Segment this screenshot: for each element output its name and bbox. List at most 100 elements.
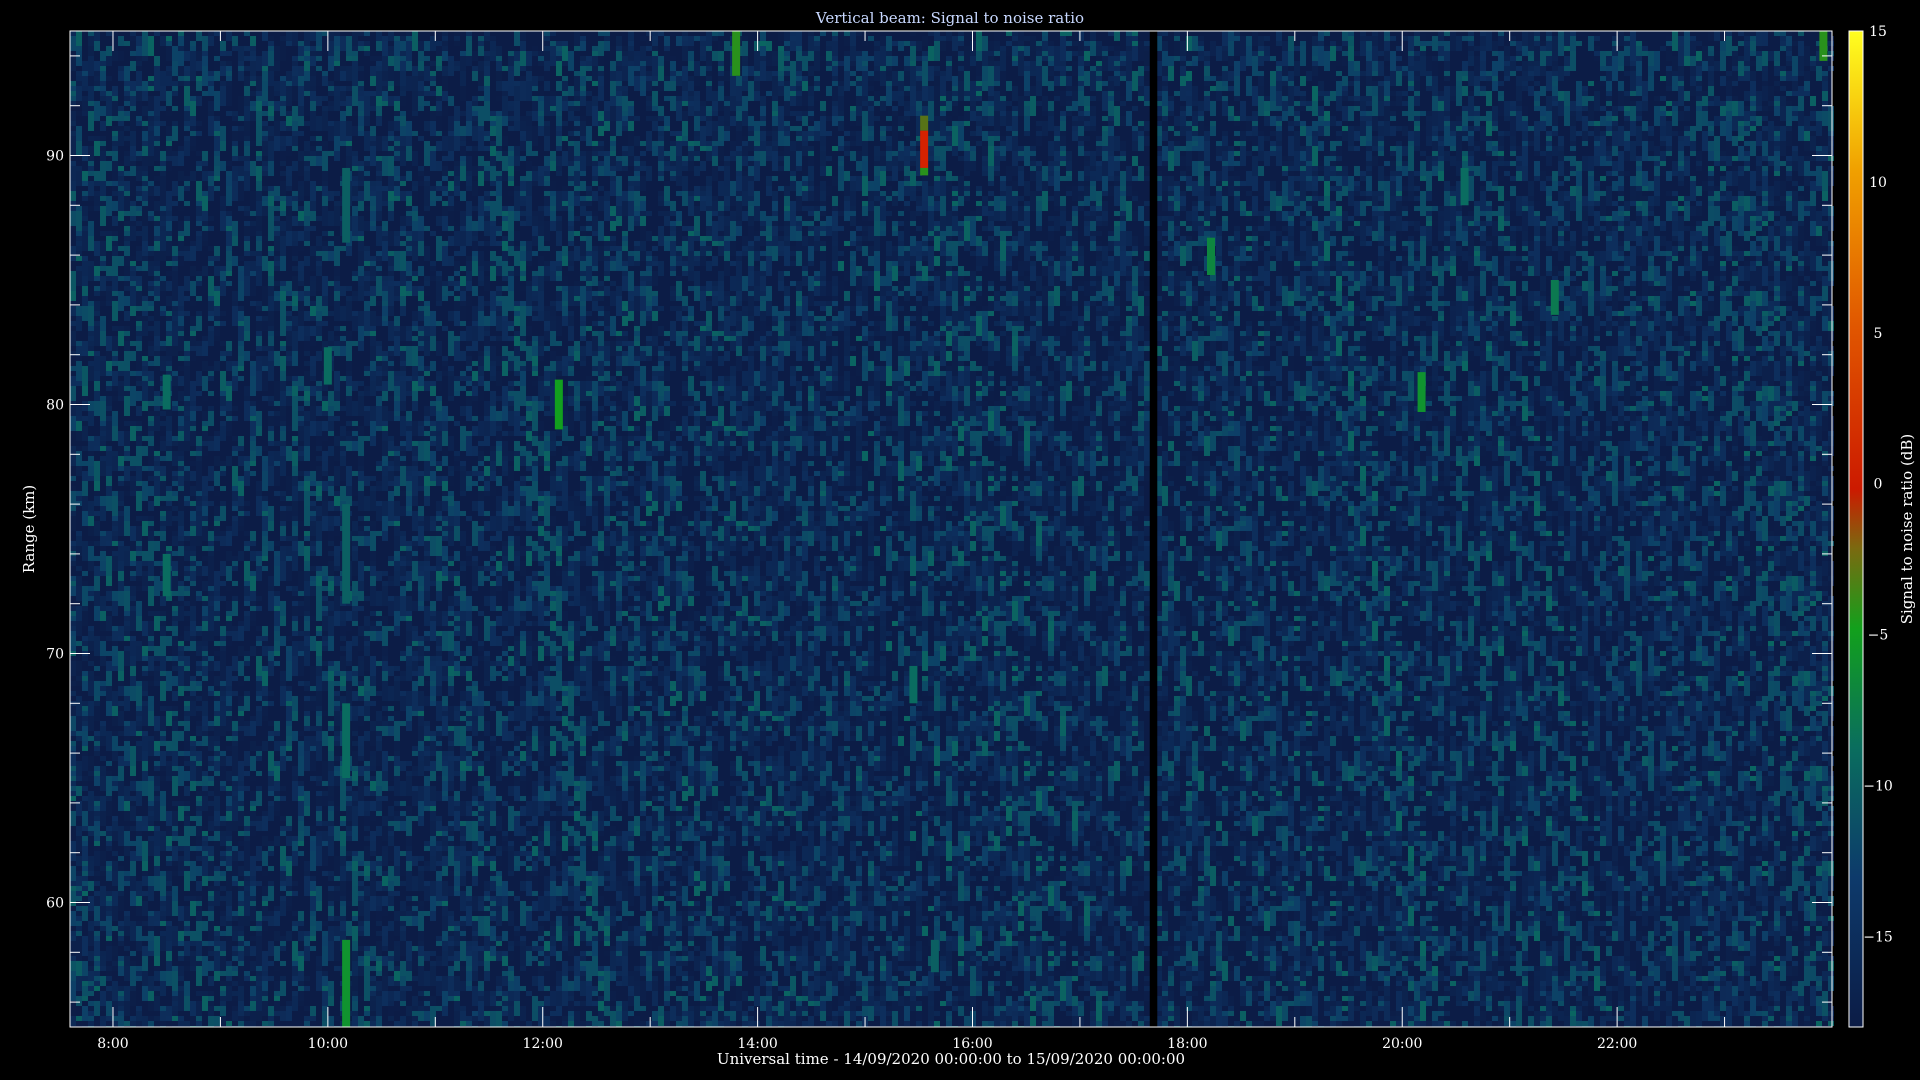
heatmap-cell [1492,106,1498,121]
heatmap-cell [1576,81,1582,96]
heatmap-cell [142,191,148,201]
heatmap-cell [1234,131,1240,136]
heatmap-cell [1534,101,1540,106]
heatmap-cell [1606,156,1612,161]
heatmap-cell [832,61,838,66]
heatmap-cell [250,161,256,176]
heatmap-cell [1180,146,1186,151]
heatmap-cell [418,81,424,91]
heatmap-cell [706,71,712,76]
heatmap-cell [100,151,106,161]
heatmap-cell [1090,186,1096,201]
heatmap-cell [1684,131,1690,136]
heatmap-cell [820,121,826,136]
heatmap-cell [1012,166,1018,176]
heatmap-cell [1438,146,1444,156]
heatmap-cell [154,166,160,171]
heatmap-cell [76,86,82,101]
heatmap-cell [976,31,982,51]
heatmap-cell [796,111,802,116]
heatmap-cell [886,161,892,171]
heatmap-cell [250,36,256,46]
heatmap-cell [442,91,448,101]
heatmap-cell [940,161,946,171]
heatmap-cell [478,41,484,46]
heatmap-cell [790,126,796,131]
heatmap-cell [1036,66,1042,81]
heatmap-cell [1066,191,1072,196]
heatmap-cell [1468,31,1474,36]
heatmap-cell [694,146,700,151]
heatmap-cell [1180,126,1186,136]
heatmap-cell [1414,96,1420,106]
heatmap-cell [868,211,874,216]
heatmap-cell [1060,76,1066,86]
heatmap-cell [1546,111,1552,126]
heatmap-cell [1510,116,1516,136]
heatmap-cell [262,201,268,206]
heatmap-cell [1030,71,1036,76]
heatmap-cell [1168,151,1174,171]
heatmap-cell [1732,156,1738,161]
heatmap-cell [592,181,598,186]
heatmap-cell [1204,91,1210,96]
heatmap-cell [994,111,1000,131]
heatmap-cell [1126,166,1132,181]
heatmap-cell [1210,171,1216,186]
heatmap-cell [508,56,514,61]
heatmap-cell [1318,221,1324,231]
heatmap-cell [1780,76,1786,81]
heatmap-cell [550,76,556,81]
heatmap-cell [1216,211,1222,221]
heatmap-cell [1606,116,1612,121]
heatmap-cell [1540,171,1546,176]
heatmap-cell [868,56,874,61]
heatmap-cell [490,171,496,181]
heatmap-cell [514,86,520,101]
heatmap-cell [1786,196,1792,201]
heatmap-cell [1828,106,1834,111]
heatmap-cell [922,181,928,201]
heatmap-cell [1618,111,1624,126]
heatmap-cell [1018,56,1024,76]
heatmap-cell [682,166,688,171]
heatmap-cell [1492,146,1498,151]
heatmap-cell [1792,41,1798,46]
heatmap-cell [400,181,406,186]
heatmap-cell [1390,126,1396,136]
heatmap-cell [1762,211,1768,216]
heatmap-cell [1582,131,1588,141]
heatmap-cell [1078,86,1084,91]
heatmap-cell [82,181,88,186]
heatmap-cell [76,106,82,111]
heatmap-cell [988,176,994,181]
heatmap-cell [298,221,304,226]
heatmap-cell [832,176,838,186]
heatmap-cell [328,151,334,156]
heatmap-cell [1300,36,1306,41]
heatmap-cell [736,196,742,201]
heatmap-cell [730,181,736,196]
heatmap-cell [358,126,364,131]
heatmap-cell [1612,176,1618,181]
heatmap-cell [1366,126,1372,141]
heatmap-cell [1774,136,1780,141]
heatmap-cell [442,166,448,171]
heatmap-cell [226,31,232,41]
heatmap-cell [814,186,820,201]
heatmap-cell [862,111,868,126]
heatmap-cell [1336,51,1342,66]
heatmap-cell [982,66,988,81]
heatmap-cell [520,156,526,161]
heatmap-cell [328,191,334,201]
heatmap-cell [1126,81,1132,101]
heatmap-cell [1504,101,1510,116]
heatmap-cell [832,116,838,126]
heatmap-cell [1174,181,1180,186]
heatmap-cell [250,211,256,216]
heatmap-cell [1204,221,1210,226]
heatmap-cell [730,196,736,206]
heatmap-cell [460,51,466,56]
heatmap-cell [736,201,742,216]
heatmap-cell [1252,31,1258,46]
